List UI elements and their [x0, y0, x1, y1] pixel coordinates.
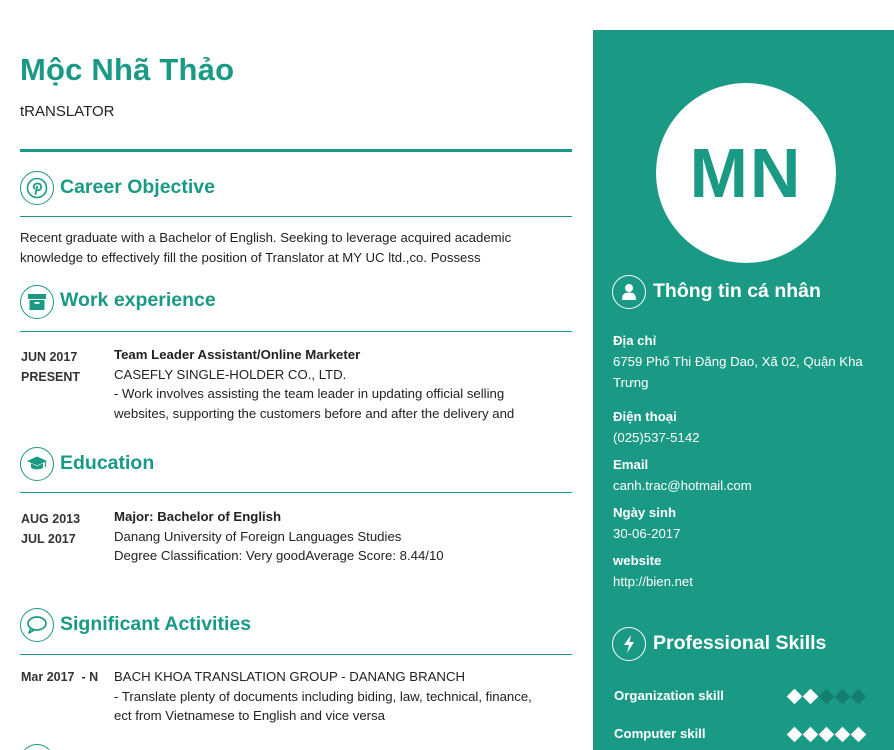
- phone-value: (025)537-5142: [613, 430, 700, 445]
- skill-rating: [786, 726, 867, 743]
- skill-diamond-filled: [834, 726, 851, 743]
- phone-label: Điện thoại: [613, 409, 677, 424]
- work-company: CASEFLY SINGLE-HOLDER CO., LTD.: [114, 366, 347, 382]
- address-line: 6759 Phố Thi Đăng Dao, Xã 02, Quận Kha: [613, 354, 863, 369]
- skill-diamond-filled: [802, 688, 819, 705]
- activity-date: Mar 2017 - N: [21, 670, 99, 684]
- education-school: Danang University of Foreign Languages S…: [114, 528, 402, 544]
- career-objective-text: Recent graduate with a Bachelor of Engli…: [20, 228, 572, 267]
- work-date-start: JUN 2017: [21, 350, 78, 364]
- skill-rating: [786, 688, 867, 705]
- activities-divider: [20, 654, 572, 655]
- career-objective-heading: Career Objective: [60, 176, 216, 198]
- graduation-cap-icon: [20, 447, 54, 481]
- education-date-start: AUG 2013: [21, 512, 81, 526]
- skill-label: Computer skill: [614, 726, 706, 741]
- skill-diamond-empty: [850, 688, 867, 705]
- email-label: Email: [613, 457, 649, 472]
- skill-diamond-empty: [834, 688, 851, 705]
- skill-diamond-filled: [818, 726, 835, 743]
- education-major: Major: Bachelor of English: [114, 509, 282, 524]
- education-date-range: AUG 2013 JUL 2017: [21, 509, 80, 549]
- dob-label: Ngày sinh: [613, 505, 677, 520]
- skills-heading: Professional Skills: [653, 632, 827, 654]
- candidate-name: Mộc Nhã Thảo: [20, 52, 235, 87]
- work-description: websites, supporting the customers befor…: [114, 405, 515, 421]
- dob-value: 30-06-2017: [613, 526, 681, 541]
- address-value: 6759 Phố Thi Đăng Dao, Xã 02, Quận Kha T…: [613, 351, 885, 393]
- header-divider: [20, 149, 572, 152]
- activity-description: - Translate plenty of documents includin…: [114, 688, 532, 704]
- work-role: Team Leader Assistant/Online Marketer: [114, 347, 361, 362]
- work-date-end: PRESENT: [21, 370, 81, 384]
- work-entry: Team Leader Assistant/Online Marketer CA…: [114, 345, 574, 423]
- lightning-icon: [612, 627, 646, 661]
- address-label: Địa chỉ: [613, 333, 657, 348]
- career-line: knowledge to effectively fill the positi…: [20, 249, 481, 265]
- career-divider: [20, 216, 572, 217]
- avatar-initials: MN: [689, 134, 803, 212]
- activities-heading: Significant Activities: [60, 613, 252, 635]
- activity-org: BACH KHOA TRANSLATION GROUP - DANANG BRA…: [114, 669, 465, 684]
- work-description: - Work involves assisting the team leade…: [114, 386, 505, 401]
- work-date-range: JUN 2017 PRESENT: [21, 347, 80, 387]
- skill-diamond-empty: [818, 688, 835, 705]
- avatar: MN: [656, 83, 836, 263]
- pinterest-icon: [20, 171, 54, 205]
- education-divider: [20, 492, 572, 493]
- activity-description: ect from Vietnamese to English and vice …: [114, 708, 385, 723]
- work-divider: [20, 331, 572, 332]
- address-line: Trưng: [613, 375, 649, 390]
- activity-entry: BACH KHOA TRANSLATION GROUP - DANANG BRA…: [114, 667, 574, 726]
- website-label: website: [613, 553, 662, 568]
- skill-diamond-filled: [802, 726, 819, 743]
- website-value: http://bien.net: [613, 574, 693, 589]
- job-title: tRANSLATOR: [20, 103, 115, 120]
- education-heading: Education: [60, 452, 155, 474]
- chat-bubble-icon: [20, 608, 54, 642]
- archive-icon: [20, 285, 54, 319]
- email-value: canh.trac@hotmail.com: [613, 478, 752, 493]
- career-line: Recent graduate with a Bachelor of Engli…: [20, 230, 512, 245]
- skill-diamond-filled: [786, 688, 803, 705]
- personal-info-heading: Thông tin cá nhân: [653, 280, 821, 302]
- user-icon: [612, 275, 646, 309]
- education-entry: Major: Bachelor of English Danang Univer…: [114, 507, 574, 566]
- education-date-end: JUL 2017: [21, 532, 76, 546]
- skill-label: Organization skill: [614, 688, 724, 703]
- work-experience-heading: Work experience: [60, 289, 216, 311]
- skill-diamond-filled: [786, 726, 803, 743]
- next-section-icon: [20, 744, 54, 750]
- skill-diamond-filled: [850, 726, 867, 743]
- education-degree: Degree Classification: Very goodAverage …: [114, 548, 444, 563]
